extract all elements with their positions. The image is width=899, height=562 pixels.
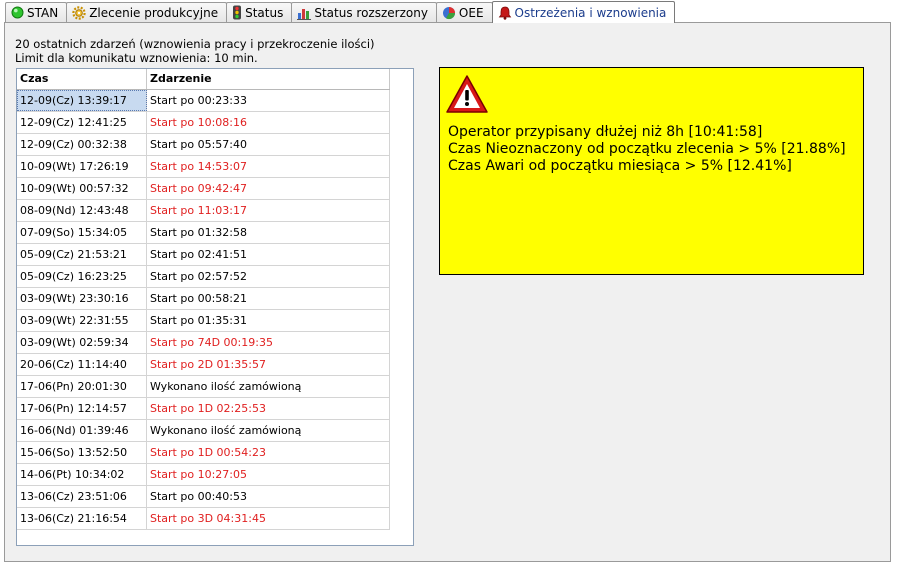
event-time-cell: 15-06(So) 13:52:50 <box>17 442 147 463</box>
warning-panel: Operator przypisany dłużej niż 8h [10:41… <box>439 67 864 275</box>
table-row[interactable]: 13-06(Cz) 21:16:54 Start po 3D 04:31:45 <box>17 508 390 530</box>
event-description-cell: Start po 02:41:51 <box>147 244 390 265</box>
event-description-cell: Start po 00:58:21 <box>147 288 390 309</box>
table-row[interactable]: 17-06(Pn) 20:01:30 Wykonano ilość zamówio… <box>17 376 390 398</box>
gear-icon <box>72 5 86 20</box>
table-row[interactable]: 08-09(Nd) 12:43:48 Start po 11:03:17 <box>17 200 390 222</box>
event-description-cell: Wykonano ilość zamówioną <box>147 420 390 441</box>
event-description-cell: Start po 1D 00:54:23 <box>147 442 390 463</box>
table-row[interactable]: 14-06(Pt) 10:34:02 Start po 10:27:05 <box>17 464 390 486</box>
event-description-cell: Start po 3D 04:31:45 <box>147 508 390 529</box>
warning-message: Czas Awari od początku miesiąca > 5% [12… <box>448 158 792 174</box>
event-time-cell: 10-09(Wt) 17:26:19 <box>17 156 147 177</box>
event-time-cell: 17-06(Pn) 12:14:57 <box>17 398 147 419</box>
event-time-cell: 14-06(Pt) 10:34:02 <box>17 464 147 485</box>
green-circle-icon <box>11 6 24 19</box>
event-time-cell: 12-09(Cz) 00:32:38 <box>17 134 147 155</box>
event-time-cell: 10-09(Wt) 00:57:32 <box>17 178 147 199</box>
event-description-cell: Start po 01:35:31 <box>147 310 390 331</box>
event-description-cell: Start po 10:08:16 <box>147 112 390 133</box>
table-body: 12-09(Cz) 13:39:17 Start po 00:23:33 12-09… <box>17 90 390 530</box>
tab-label: Status rozszerzony <box>314 5 428 20</box>
tab-status-rozszerzony[interactable]: Status rozszerzony <box>291 2 437 22</box>
event-time-cell: 03-09(Wt) 23:30:16 <box>17 288 147 309</box>
table-row[interactable]: 10-09(Wt) 17:26:19 Start po 14:53:07 <box>17 156 390 178</box>
event-time-cell: 16-06(Nd) 01:39:46 <box>17 420 147 441</box>
event-time-cell: 17-06(Pn) 20:01:30 <box>17 376 147 397</box>
warning-message: Operator przypisany dłużej niż 8h [10:41… <box>448 124 763 140</box>
event-description-cell: Start po 14:53:07 <box>147 156 390 177</box>
events-table[interactable]: Czas Zdarzenie 12-09(Cz) 13:39:17 Start p… <box>16 68 414 546</box>
table-row[interactable]: 12-09(Cz) 13:39:17 Start po 00:23:33 <box>17 90 390 112</box>
event-description-cell: Start po 09:42:47 <box>147 178 390 199</box>
warning-messages: Operator przypisany dłużej niż 8h [10:41… <box>448 124 846 175</box>
event-description-cell: Start po 10:27:05 <box>147 464 390 485</box>
event-time-cell: 13-06(Cz) 21:16:54 <box>17 508 147 529</box>
alarm-bell-icon <box>498 6 512 20</box>
table-row[interactable]: 17-06(Pn) 12:14:57 Start po 1D 02:25:53 <box>17 398 390 420</box>
tab-oee[interactable]: OEE <box>435 2 493 22</box>
tab-zlecenie-produkcyjne[interactable]: Zlecenie produkcyjne <box>66 2 228 22</box>
table-row[interactable]: 03-09(Wt) 23:30:16 Start po 00:58:21 <box>17 288 390 310</box>
table-row[interactable]: 05-09(Cz) 21:53:21 Start po 02:41:51 <box>17 244 390 266</box>
event-time-cell: 05-09(Cz) 21:53:21 <box>17 244 147 265</box>
event-time-cell: 08-09(Nd) 12:43:48 <box>17 200 147 221</box>
tab-label: Zlecenie produkcyjne <box>89 5 219 20</box>
table-header: Czas Zdarzenie <box>17 69 390 90</box>
bar-chart-icon <box>297 6 312 20</box>
table-row[interactable]: 07-09(So) 15:34:05 Start po 01:32:58 <box>17 222 390 244</box>
event-description-cell: Start po 02:57:52 <box>147 266 390 287</box>
pie-chart-icon <box>442 6 456 20</box>
event-description-cell: Start po 74D 00:19:35 <box>147 332 390 353</box>
tab-label: STAN <box>27 5 59 20</box>
event-time-cell: 12-09(Cz) 12:41:25 <box>17 112 147 133</box>
event-time-cell: 05-09(Cz) 16:23:25 <box>17 266 147 287</box>
tab-stan[interactable]: STAN <box>5 2 68 22</box>
table-row[interactable]: 12-09(Cz) 00:32:38 Start po 05:57:40 <box>17 134 390 156</box>
event-description-cell: Start po 00:23:33 <box>147 90 390 111</box>
tab-strip: STAN Zlecenie produkcyjne Status Status … <box>5 1 676 23</box>
event-description-cell: Wykonano ilość zamówioną <box>147 376 390 397</box>
events-info-title: 20 ostatnich zdarzeń (wznowienia pracy i… <box>15 37 375 51</box>
event-time-cell: 20-06(Cz) 11:14:40 <box>17 354 147 375</box>
tab-ostrzezenia-i-wznowienia[interactable]: Ostrzeżenia i wznowienia <box>491 1 676 23</box>
column-header-zdarzenie[interactable]: Zdarzenie <box>147 69 390 89</box>
events-info: 20 ostatnich zdarzeń (wznowienia pracy i… <box>15 37 375 65</box>
event-description-cell: Start po 01:32:58 <box>147 222 390 243</box>
event-description-cell: Start po 2D 01:35:57 <box>147 354 390 375</box>
event-description-cell: Start po 11:03:17 <box>147 200 390 221</box>
tab-label: OEE <box>458 5 484 20</box>
table-row[interactable]: 13-06(Cz) 23:51:06 Start po 00:40:53 <box>17 486 390 508</box>
column-header-czas[interactable]: Czas <box>17 69 147 89</box>
event-description-cell: Start po 00:40:53 <box>147 486 390 507</box>
table-row[interactable]: 03-09(Wt) 22:31:55 Start po 01:35:31 <box>17 310 390 332</box>
table-row[interactable]: 05-09(Cz) 16:23:25 Start po 02:57:52 <box>17 266 390 288</box>
event-time-cell: 03-09(Wt) 02:59:34 <box>17 332 147 353</box>
event-description-cell: Start po 1D 02:25:53 <box>147 398 390 419</box>
warning-triangle-icon <box>445 74 489 117</box>
event-time-cell: 03-09(Wt) 22:31:55 <box>17 310 147 331</box>
events-info-limit: Limit dla komunikatu wznowienia: 10 min. <box>15 51 258 65</box>
event-time-cell: 12-09(Cz) 13:39:17 <box>17 90 147 111</box>
table-row[interactable]: 10-09(Wt) 00:57:32 Start po 09:42:47 <box>17 178 390 200</box>
table-row[interactable]: 16-06(Nd) 01:39:46 Wykonano ilość zamówio… <box>17 420 390 442</box>
warning-message: Czas Nieoznaczony od początku zlecenia >… <box>448 141 846 157</box>
event-description-cell: Start po 05:57:40 <box>147 134 390 155</box>
table-row[interactable]: 12-09(Cz) 12:41:25 Start po 10:08:16 <box>17 112 390 134</box>
tab-status[interactable]: Status <box>226 2 293 22</box>
tab-label: Status <box>245 5 284 20</box>
tab-label: Ostrzeżenia i wznowienia <box>514 5 667 20</box>
table-row[interactable]: 15-06(So) 13:52:50 Start po 1D 00:54:23 <box>17 442 390 464</box>
table-row[interactable]: 03-09(Wt) 02:59:34 Start po 74D 00:19:35 <box>17 332 390 354</box>
event-time-cell: 07-09(So) 15:34:05 <box>17 222 147 243</box>
table-row[interactable]: 20-06(Cz) 11:14:40 Start po 2D 01:35:57 <box>17 354 390 376</box>
event-time-cell: 13-06(Cz) 23:51:06 <box>17 486 147 507</box>
traffic-light-icon <box>232 5 242 20</box>
